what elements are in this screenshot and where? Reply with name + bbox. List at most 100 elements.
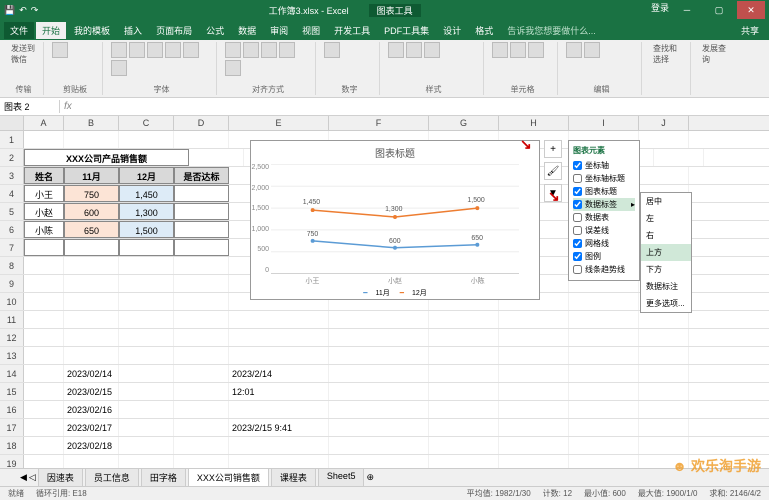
cell[interactable]	[24, 311, 64, 328]
submenu-item[interactable]: 居中	[641, 193, 691, 210]
cell[interactable]: 11月	[64, 167, 119, 184]
cell[interactable]	[119, 347, 174, 364]
checkbox[interactable]	[573, 252, 582, 261]
cell[interactable]	[229, 329, 329, 346]
cell[interactable]: 小赵	[24, 203, 64, 220]
cell[interactable]	[119, 239, 174, 256]
cell[interactable]	[639, 329, 689, 346]
submenu-item[interactable]: 数据标注	[641, 278, 691, 295]
minimize-button[interactable]: ─	[673, 1, 701, 19]
cell[interactable]	[24, 347, 64, 364]
find-select[interactable]: 查找和选择	[650, 42, 686, 66]
border-icon[interactable]	[165, 42, 181, 58]
dev-query[interactable]: 发展查询	[699, 42, 731, 66]
maximize-button[interactable]: ▢	[705, 1, 733, 19]
row-header[interactable]: 5	[0, 203, 24, 220]
italic-icon[interactable]	[129, 42, 145, 58]
cell[interactable]	[569, 383, 639, 400]
cell[interactable]	[569, 311, 639, 328]
cell[interactable]: 2023/2/14	[229, 365, 329, 382]
menu-developer[interactable]: 开发工具	[328, 22, 376, 39]
cell[interactable]: 1,300	[119, 203, 174, 220]
cell[interactable]	[329, 311, 429, 328]
cell[interactable]	[499, 383, 569, 400]
fx-icon[interactable]: fx	[60, 101, 76, 112]
cell[interactable]	[119, 401, 174, 418]
chart-element-option[interactable]: 坐标轴	[573, 159, 635, 172]
col-header[interactable]: D	[174, 116, 229, 130]
cell[interactable]: 2023/02/17	[64, 419, 119, 436]
cell[interactable]	[174, 329, 229, 346]
cell[interactable]	[639, 401, 689, 418]
cell[interactable]	[119, 311, 174, 328]
cell[interactable]	[24, 401, 64, 418]
delete-cell-icon[interactable]	[510, 42, 526, 58]
paste-icon[interactable]	[52, 42, 68, 58]
chart-element-option[interactable]: 数据表	[573, 211, 635, 224]
cell[interactable]	[654, 149, 704, 166]
menu-design[interactable]: 设计	[437, 22, 467, 39]
col-header[interactable]: F	[329, 116, 429, 130]
cell[interactable]	[64, 329, 119, 346]
row-header[interactable]: 7	[0, 239, 24, 256]
cell[interactable]	[329, 437, 429, 454]
cell[interactable]	[229, 311, 329, 328]
chart-element-option[interactable]: 图表标题	[573, 185, 635, 198]
cell[interactable]	[174, 239, 229, 256]
align-right-icon[interactable]	[261, 42, 277, 58]
cell[interactable]	[429, 329, 499, 346]
sheet-tab[interactable]: 田字格	[141, 468, 186, 487]
cell[interactable]	[639, 419, 689, 436]
tab-nav-first-icon[interactable]: ◀	[20, 472, 27, 483]
row-header[interactable]: 18	[0, 437, 24, 454]
sheet-tab[interactable]: Sheet5	[318, 468, 365, 487]
name-box[interactable]: 图表 2	[0, 100, 60, 113]
cell[interactable]	[174, 203, 229, 220]
merge-icon[interactable]	[225, 60, 241, 76]
col-header[interactable]: G	[429, 116, 499, 130]
cell[interactable]	[569, 329, 639, 346]
cell[interactable]	[569, 401, 639, 418]
sheet-tab[interactable]: 因速表	[38, 468, 83, 487]
col-header[interactable]: H	[499, 116, 569, 130]
table-style-icon[interactable]	[406, 42, 422, 58]
cell[interactable]: 2023/02/16	[64, 401, 119, 418]
menu-templates[interactable]: 我的模板	[68, 22, 116, 39]
chart-element-option[interactable]: 坐标轴标题	[573, 172, 635, 185]
cell[interactable]: 12:01	[229, 383, 329, 400]
cell[interactable]	[24, 275, 64, 292]
cell[interactable]: 2023/02/14	[64, 365, 119, 382]
cell[interactable]	[174, 185, 229, 202]
cell[interactable]	[24, 257, 64, 274]
insert-cell-icon[interactable]	[492, 42, 508, 58]
row-header[interactable]: 11	[0, 311, 24, 328]
row-header[interactable]: 14	[0, 365, 24, 382]
checkbox[interactable]	[573, 187, 582, 196]
row-header[interactable]: 6	[0, 221, 24, 238]
cell[interactable]	[329, 383, 429, 400]
fill-icon[interactable]	[183, 42, 199, 58]
cell[interactable]	[119, 293, 174, 310]
checkbox[interactable]	[573, 174, 582, 183]
cell[interactable]	[119, 419, 174, 436]
menu-review[interactable]: 审阅	[264, 22, 294, 39]
redo-icon[interactable]: ↷	[31, 5, 39, 16]
chart-element-option[interactable]: 图例	[573, 250, 635, 263]
cell[interactable]	[64, 131, 119, 148]
cell[interactable]	[189, 149, 244, 166]
chart-element-option[interactable]: 线条趋势线	[573, 263, 635, 276]
cell[interactable]	[24, 437, 64, 454]
cell[interactable]	[174, 257, 229, 274]
cell[interactable]	[499, 347, 569, 364]
row-header[interactable]: 13	[0, 347, 24, 364]
align-left-icon[interactable]	[225, 42, 241, 58]
cell[interactable]	[119, 131, 174, 148]
cell[interactable]	[64, 239, 119, 256]
cell[interactable]	[229, 347, 329, 364]
chart-element-option[interactable]: 数据标签▸	[573, 198, 635, 211]
menu-page-layout[interactable]: 页面布局	[150, 22, 198, 39]
menu-tellme[interactable]: 告诉我您想要做什么...	[501, 22, 602, 39]
checkbox[interactable]	[573, 265, 582, 274]
checkbox[interactable]	[573, 226, 582, 235]
chart-styles-button[interactable]: 🖌	[544, 162, 562, 180]
